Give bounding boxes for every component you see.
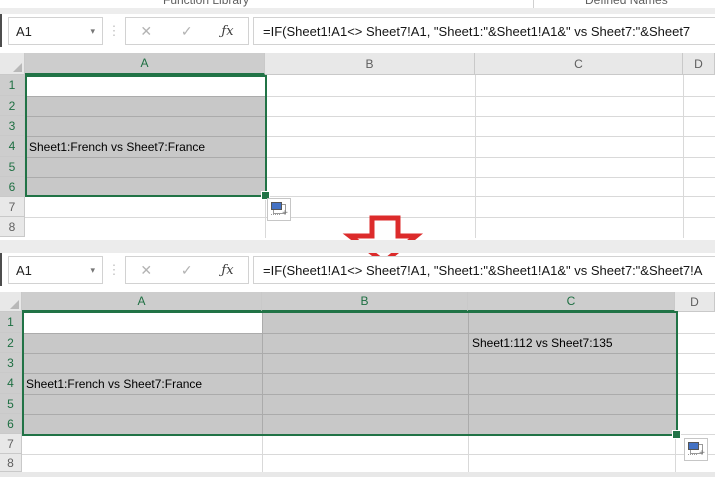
gridline bbox=[468, 312, 469, 472]
ribbon-bottom-edge bbox=[0, 8, 715, 14]
formula-bar-input[interactable]: =IF(Sheet1!A1<> Sheet7!A1, "Sheet1:"&She… bbox=[253, 256, 715, 284]
gridline bbox=[22, 434, 715, 435]
column-header-a[interactable]: A bbox=[25, 53, 265, 75]
row-header-2[interactable]: 2 bbox=[0, 96, 25, 116]
formula-bar-buttons: ✕ ✓ ƒx bbox=[125, 17, 249, 45]
gridline bbox=[22, 394, 715, 395]
row-header-4[interactable]: 4 bbox=[0, 136, 25, 157]
gridline bbox=[675, 312, 676, 472]
column-header-b[interactable]: B bbox=[265, 53, 475, 75]
row-header-4[interactable]: 4 bbox=[0, 373, 22, 394]
insert-function-icon[interactable]: ƒx bbox=[221, 24, 233, 39]
row-header-3[interactable]: 3 bbox=[0, 353, 22, 373]
formula-bar-buttons: ✕ ✓ ƒx bbox=[125, 256, 249, 284]
column-header-d[interactable]: D bbox=[675, 292, 715, 312]
ribbon-group-defined-names: Defined Names bbox=[585, 0, 668, 7]
row-header-6[interactable]: 6 bbox=[0, 177, 25, 197]
name-box-value: A1 bbox=[16, 262, 32, 278]
name-box[interactable]: A1 ▾ bbox=[8, 17, 103, 45]
gridline bbox=[262, 313, 263, 434]
row-header-7[interactable]: 7 bbox=[0, 434, 22, 454]
row-header-7[interactable]: 7 bbox=[0, 197, 25, 217]
autofill-plus-icon: + bbox=[282, 208, 288, 219]
gridline bbox=[262, 312, 263, 472]
name-box[interactable]: A1 ▾ bbox=[8, 256, 103, 284]
name-box-dropdown-icon[interactable]: ▾ bbox=[90, 26, 95, 37]
row-header-5[interactable]: 5 bbox=[0, 394, 22, 414]
select-all-triangle-icon bbox=[13, 63, 22, 72]
window-left-edge bbox=[0, 253, 2, 286]
gridline bbox=[24, 353, 676, 354]
auto-fill-options-button[interactable]: + bbox=[267, 198, 291, 221]
row-header-1[interactable]: 1 bbox=[0, 75, 25, 96]
formula-text: =IF(Sheet1!A1<> Sheet7!A1, "Sheet1:"&She… bbox=[263, 262, 703, 278]
gridline bbox=[22, 414, 715, 415]
name-box-value: A1 bbox=[16, 23, 32, 39]
auto-fill-options-button[interactable]: + bbox=[684, 438, 708, 461]
column-header-b[interactable]: B bbox=[262, 292, 468, 312]
active-cell-a1[interactable] bbox=[24, 313, 262, 333]
column-header-c[interactable]: C bbox=[468, 292, 675, 312]
autofill-plus-icon: + bbox=[699, 448, 705, 459]
gridline bbox=[468, 313, 469, 434]
row-header-6[interactable]: 6 bbox=[0, 414, 22, 434]
select-all-corner[interactable] bbox=[0, 53, 25, 75]
name-box-dropdown-icon[interactable]: ▾ bbox=[90, 265, 95, 276]
row-header-1[interactable]: 1 bbox=[0, 312, 22, 333]
ribbon-strip: Function Library Defined Names bbox=[0, 0, 715, 8]
ribbon-group-function-library: Function Library bbox=[163, 0, 250, 7]
autofill-blue-icon bbox=[688, 442, 699, 450]
autofill-dots-icon bbox=[271, 214, 280, 215]
select-all-triangle-icon bbox=[10, 300, 19, 309]
column-header-c[interactable]: C bbox=[475, 53, 683, 75]
formula-text: =IF(Sheet1!A1<> Sheet7!A1, "Sheet1:"&She… bbox=[263, 23, 691, 39]
cancel-icon[interactable]: ✕ bbox=[140, 23, 152, 40]
cell-a4[interactable]: Sheet1:French vs Sheet7:France bbox=[26, 373, 202, 394]
autofill-blue-icon bbox=[271, 202, 282, 210]
window-left-edge bbox=[0, 14, 2, 47]
row-header-8[interactable]: 8 bbox=[0, 454, 22, 472]
select-all-corner[interactable] bbox=[0, 292, 22, 312]
gridline bbox=[24, 394, 676, 395]
bottom-cropped-band bbox=[0, 472, 715, 477]
row-header-2[interactable]: 2 bbox=[0, 333, 22, 353]
autofill-dots-icon bbox=[688, 454, 697, 455]
enter-icon[interactable]: ✓ bbox=[181, 262, 193, 279]
insert-function-icon[interactable]: ƒx bbox=[221, 263, 233, 278]
panel-top: Function Library Defined Names A1 ▾ ⋮ ✕ … bbox=[0, 0, 715, 240]
ribbon-group-divider bbox=[533, 0, 534, 8]
enter-icon[interactable]: ✓ bbox=[181, 23, 193, 40]
row-header-5[interactable]: 5 bbox=[0, 157, 25, 177]
gridline bbox=[22, 454, 715, 455]
cell-c2[interactable]: Sheet1:112 vs Sheet7:135 bbox=[472, 333, 613, 353]
selection-border bbox=[25, 75, 267, 197]
formula-bar-separator-dots: ⋮ bbox=[107, 23, 121, 38]
column-header-d[interactable]: D bbox=[683, 53, 715, 75]
gridline bbox=[24, 414, 676, 415]
row-header-3[interactable]: 3 bbox=[0, 116, 25, 136]
cancel-icon[interactable]: ✕ bbox=[140, 262, 152, 279]
fill-handle[interactable] bbox=[672, 430, 681, 439]
gridline bbox=[22, 353, 715, 354]
formula-bar-input[interactable]: =IF(Sheet1!A1<> Sheet7!A1, "Sheet1:"&She… bbox=[253, 17, 715, 45]
row-header-8[interactable]: 8 bbox=[0, 217, 25, 237]
column-header-a[interactable]: A bbox=[22, 292, 262, 312]
formula-bar-separator-dots: ⋮ bbox=[107, 262, 121, 277]
